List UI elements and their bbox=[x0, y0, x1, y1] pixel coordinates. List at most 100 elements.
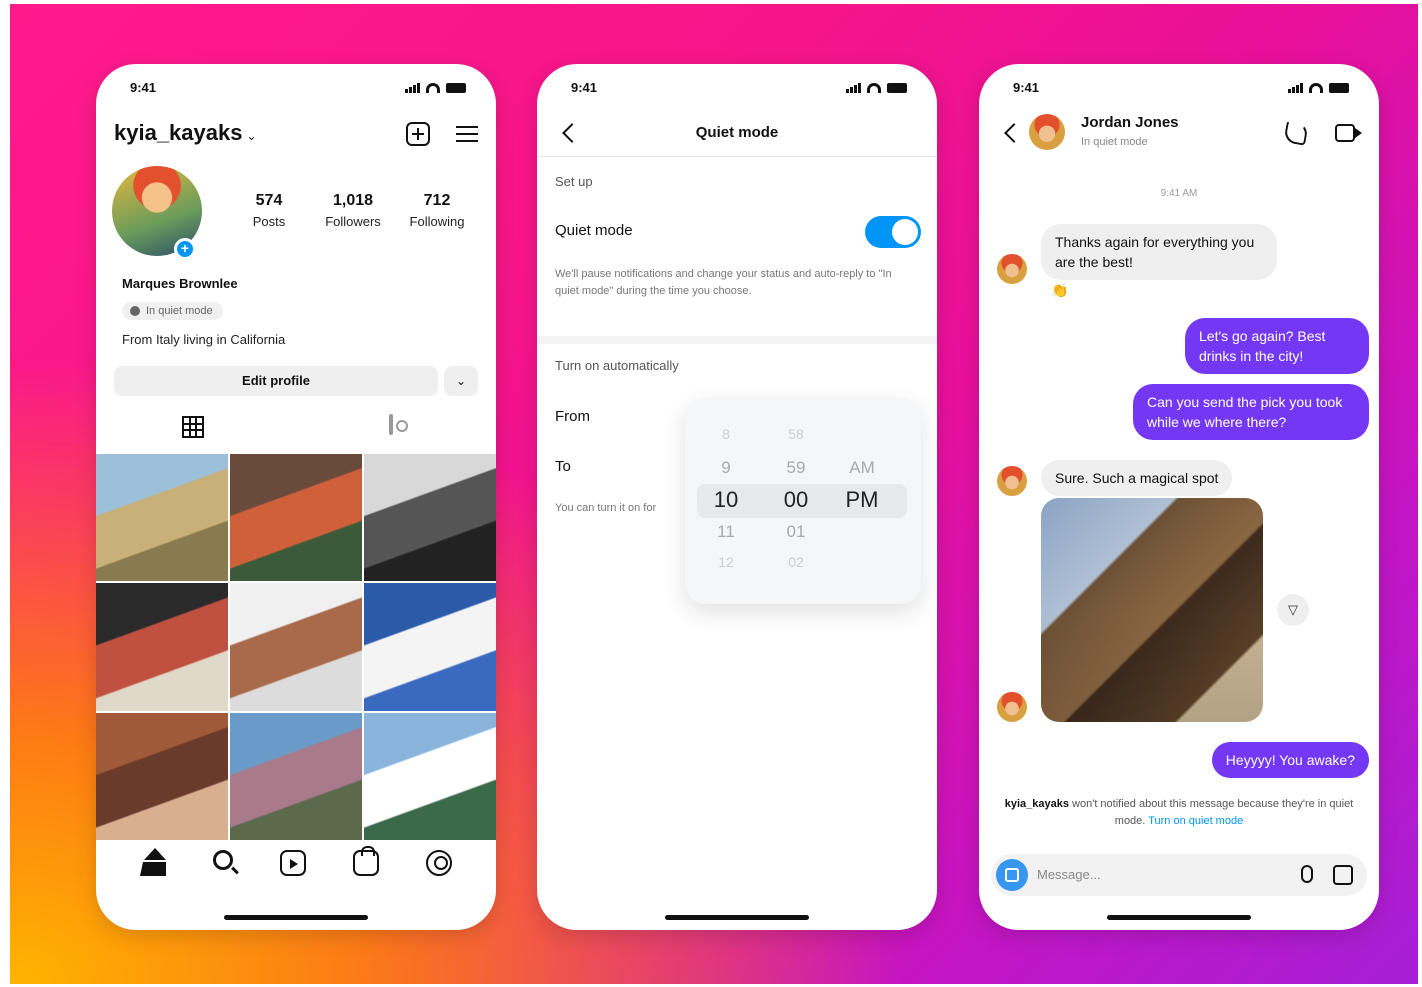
message-bubble-in[interactable]: Sure. Such a magical spot bbox=[1041, 460, 1233, 496]
stat-label: Followers bbox=[325, 214, 381, 229]
from-label[interactable]: From bbox=[555, 408, 590, 425]
to-label[interactable]: To bbox=[555, 458, 571, 475]
video-call-icon[interactable] bbox=[1335, 124, 1362, 142]
quiet-mode-label: Quiet mode bbox=[555, 222, 633, 239]
reels-icon[interactable] bbox=[279, 850, 306, 876]
sender-avatar bbox=[997, 692, 1027, 722]
status-bar: 9:41 bbox=[1013, 80, 1349, 98]
stat-following[interactable]: 712 Following bbox=[404, 192, 470, 229]
signal-icon bbox=[1288, 83, 1303, 93]
add-story-icon[interactable]: + bbox=[174, 238, 196, 260]
contact-name[interactable]: Jordan Jones bbox=[1081, 114, 1179, 131]
wifi-icon bbox=[426, 83, 440, 93]
stat-number: 1,018 bbox=[332, 192, 374, 209]
username: kyia_kayaks bbox=[114, 120, 243, 145]
message-bubble-in[interactable]: Thanks again for everything you are the … bbox=[1041, 224, 1277, 280]
time-picker[interactable]: 8 9 10 11 12 58 59 00 01 02 AM PM bbox=[685, 398, 921, 604]
chat-timestamp: 9:41 AM bbox=[1160, 188, 1198, 199]
clap-reaction-icon: 👏 bbox=[1051, 282, 1069, 298]
battery-icon bbox=[1329, 83, 1349, 93]
picker-option[interactable]: 11 bbox=[701, 522, 751, 542]
message-bubble-out[interactable]: Let's go again? Best drinks in the city! bbox=[1185, 318, 1369, 374]
username-switcher[interactable]: kyia_kayaks ⌄ bbox=[114, 120, 257, 146]
photo-coastal-flowers[interactable] bbox=[230, 712, 362, 840]
chevron-down-icon[interactable]: ⌄ bbox=[444, 366, 478, 396]
quiet-mode-toggle[interactable] bbox=[865, 216, 921, 248]
gallery-icon[interactable] bbox=[1333, 865, 1353, 885]
share-icon[interactable]: ▽ bbox=[1277, 594, 1309, 626]
add-post-icon[interactable] bbox=[406, 122, 430, 146]
photo-flower-balcony[interactable] bbox=[230, 454, 362, 582]
search-icon[interactable] bbox=[212, 850, 233, 870]
menu-icon[interactable] bbox=[456, 124, 478, 144]
back-icon[interactable] bbox=[1004, 123, 1024, 143]
picker-option[interactable]: 59 bbox=[771, 458, 821, 478]
photo-patterned-textile[interactable] bbox=[96, 583, 228, 711]
status-bar: 9:41 bbox=[130, 80, 466, 98]
contact-avatar[interactable] bbox=[1029, 114, 1065, 150]
photo-city-street[interactable] bbox=[96, 712, 228, 840]
phone-quiet-mode-settings: 9:41 Quiet mode Set up Quiet mode We'll … bbox=[537, 64, 937, 930]
home-indicator bbox=[1107, 915, 1251, 920]
profile-name: Marques Brownlee bbox=[122, 276, 238, 291]
phone-profile: 9:41 kyia_kayaks ⌄ + 574 Posts 1,018 Foll… bbox=[96, 64, 496, 930]
signal-icon bbox=[405, 83, 420, 93]
photo-white-house-door[interactable] bbox=[230, 583, 362, 711]
picker-option[interactable]: 9 bbox=[701, 458, 751, 478]
phone-call-icon[interactable] bbox=[1283, 120, 1309, 146]
auto-section-label: Turn on automatically bbox=[555, 358, 679, 373]
header-divider bbox=[537, 156, 937, 157]
phone-chat: 9:41 Jordan Jones In quiet mode 9:41 AM … bbox=[979, 64, 1379, 930]
section-separator bbox=[537, 336, 937, 344]
status-bar: 9:41 bbox=[571, 80, 907, 98]
picker-option[interactable]: 12 bbox=[701, 554, 751, 570]
home-indicator bbox=[665, 915, 809, 920]
picker-option[interactable]: AM bbox=[837, 458, 887, 478]
picker-option[interactable]: 58 bbox=[771, 426, 821, 442]
message-input[interactable]: Message... bbox=[1037, 867, 1101, 882]
profile-icon[interactable] bbox=[426, 850, 453, 876]
turn-on-quiet-mode-link[interactable]: Turn on quiet mode bbox=[1148, 815, 1243, 827]
stat-number: 574 bbox=[255, 192, 283, 209]
quiet-mode-description: We'll pause notifications and change you… bbox=[555, 268, 892, 297]
photo-building-bw[interactable] bbox=[364, 454, 496, 582]
stat-followers[interactable]: 1,018 Followers bbox=[320, 192, 386, 229]
quiet-mode-chip: In quiet mode bbox=[122, 302, 223, 320]
photo-white-cottage[interactable] bbox=[364, 712, 496, 840]
sender-avatar bbox=[997, 254, 1027, 284]
wifi-icon bbox=[867, 83, 881, 93]
home-icon[interactable] bbox=[139, 848, 166, 876]
grid-icon bbox=[182, 416, 204, 438]
picker-selected-value[interactable]: PM bbox=[837, 487, 887, 513]
picker-selected-value[interactable]: 00 bbox=[771, 487, 821, 513]
quiet-mode-notice: kyia_kayaks won't notified about this me… bbox=[1001, 796, 1357, 830]
message-bubble-out[interactable]: Heyyyy! You awake? bbox=[1211, 742, 1369, 778]
edit-profile-button[interactable]: Edit profile bbox=[114, 366, 438, 396]
picker-option[interactable]: 02 bbox=[771, 554, 821, 570]
battery-icon bbox=[887, 83, 907, 93]
shared-photo-building[interactable] bbox=[1041, 498, 1263, 722]
bottom-nav bbox=[96, 846, 496, 876]
picker-option[interactable]: 01 bbox=[771, 522, 821, 542]
status-time: 9:41 bbox=[130, 80, 157, 95]
picker-selected-value[interactable]: 10 bbox=[701, 487, 751, 513]
message-composer[interactable]: Message... bbox=[991, 854, 1367, 896]
sender-avatar bbox=[997, 466, 1027, 496]
page-title: Quiet mode bbox=[695, 124, 779, 141]
wifi-icon bbox=[1309, 83, 1323, 93]
stat-number: 712 bbox=[423, 192, 451, 209]
tab-grid[interactable] bbox=[182, 416, 204, 438]
quiet-chip-label: In quiet mode bbox=[146, 305, 213, 317]
photo-pergola-sky[interactable] bbox=[364, 583, 496, 711]
home-indicator bbox=[224, 915, 368, 920]
message-bubble-out[interactable]: Can you send the pick you took while we … bbox=[1133, 384, 1369, 440]
tab-tagged[interactable] bbox=[389, 414, 393, 435]
photo-mountain-valley[interactable] bbox=[96, 454, 228, 582]
microphone-icon[interactable] bbox=[1301, 865, 1313, 883]
stat-posts[interactable]: 574 Posts bbox=[236, 192, 302, 229]
camera-icon[interactable] bbox=[996, 859, 1028, 891]
shop-icon[interactable] bbox=[353, 846, 380, 876]
picker-option[interactable]: 8 bbox=[701, 426, 751, 442]
status-time: 9:41 bbox=[571, 80, 598, 95]
toggle-knob bbox=[892, 219, 918, 245]
